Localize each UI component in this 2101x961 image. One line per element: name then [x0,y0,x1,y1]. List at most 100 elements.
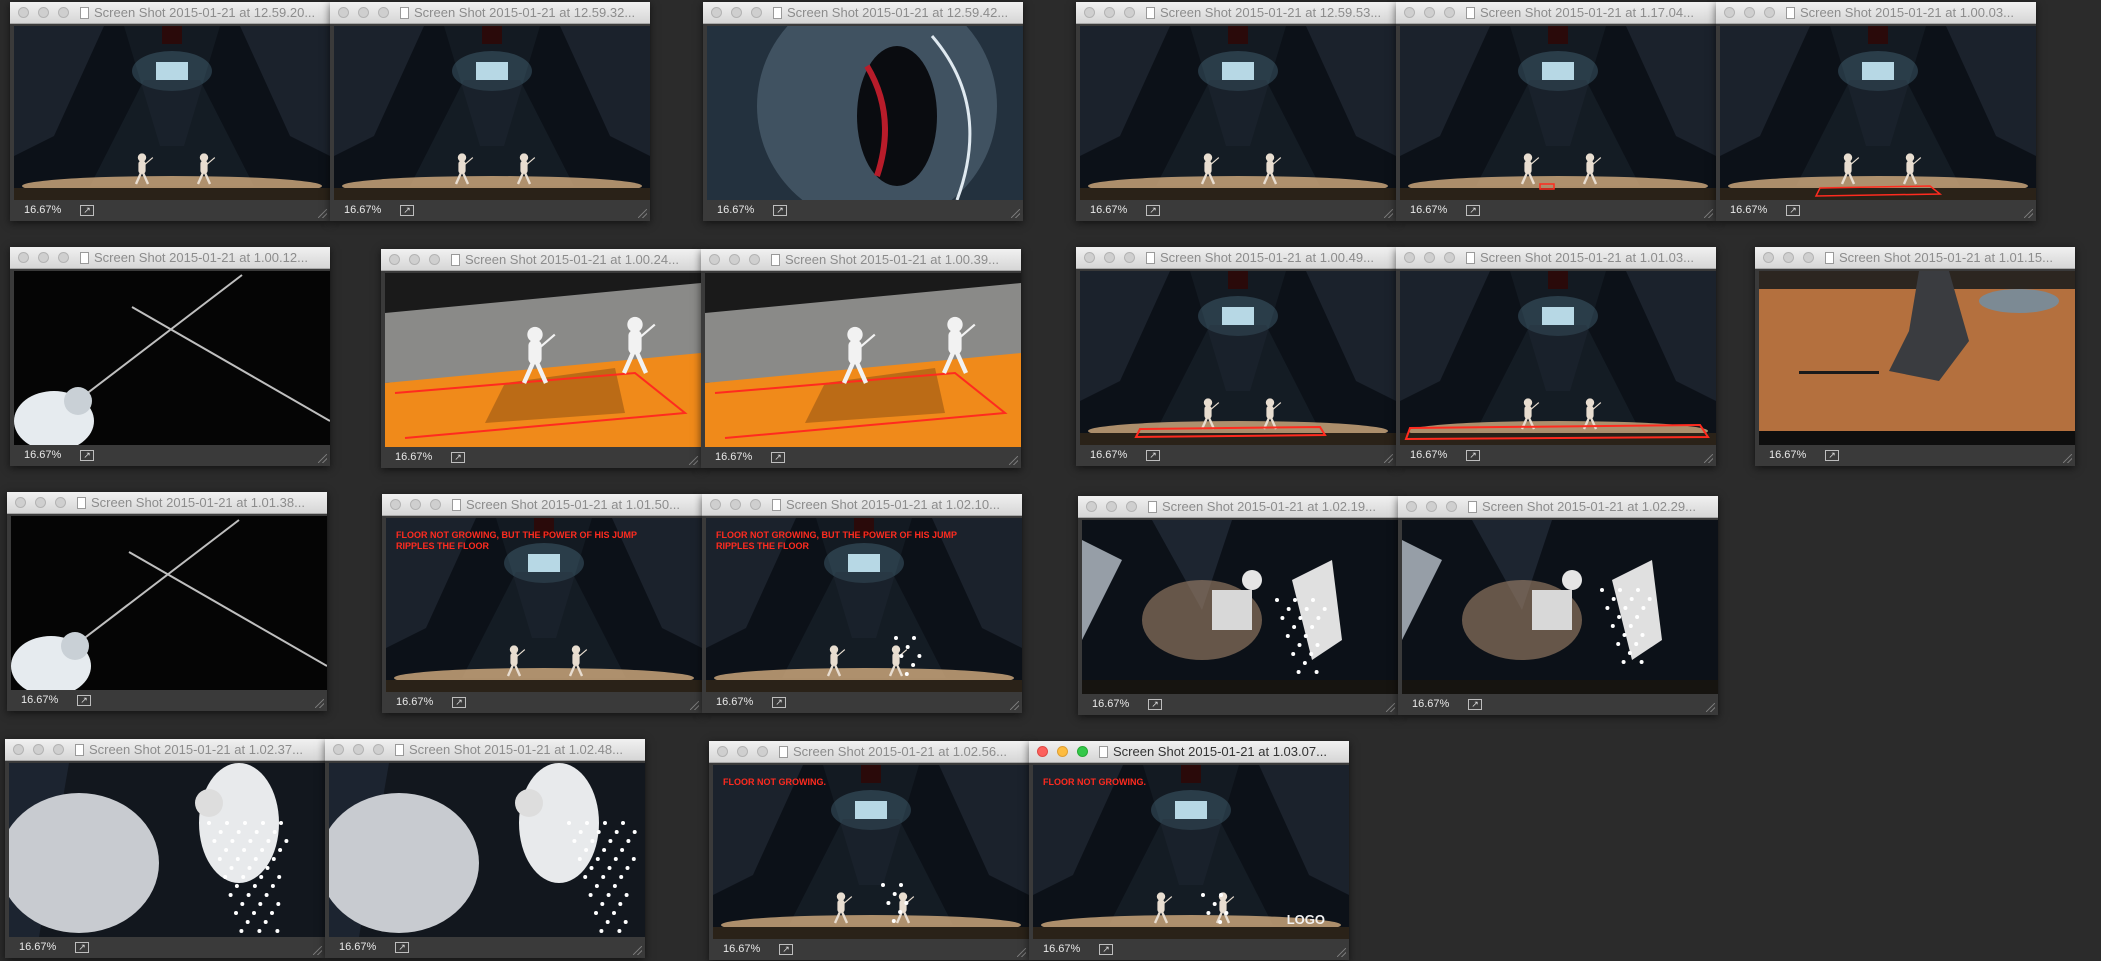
minimize-button[interactable] [1424,252,1435,263]
resize-grip-icon[interactable] [1706,703,1715,712]
close-button[interactable] [389,254,400,265]
screenshot-window[interactable]: 16.67% ↗ Screen Shot 2015-01-21 at 1.17.04… [1396,2,1716,221]
close-button[interactable] [1404,7,1415,18]
screenshot-window[interactable]: 16.67% ↗ Screen Shot 2015-01-21 at 1.01.15… [1755,247,2075,466]
screenshot-window[interactable]: 16.67% ↗ Screen Shot 2015-01-21 at 12.59.2… [10,2,330,221]
screenshot-window[interactable]: 16.67% ↗ Screen Shot 2015-01-21 at 1.00.49… [1076,247,1396,466]
minimize-button[interactable] [38,7,49,18]
window-titlebar[interactable]: Screen Shot 2015-01-21 at 1.03.07... [1029,741,1349,763]
zoom-button[interactable] [1126,501,1137,512]
zoom-button[interactable] [1124,7,1135,18]
close-button[interactable] [338,7,349,18]
screenshot-window[interactable]: 16.67% ↗ Screen Shot 2015-01-21 at 1.00.12… [10,247,330,466]
resize-grip-icon[interactable] [313,946,322,955]
zoom-button[interactable] [55,497,66,508]
share-icon[interactable]: ↗ [452,697,466,708]
screenshot-window[interactable]: 16.67% ↗ Screen Shot 2015-01-21 at 1.00.24… [381,249,701,468]
screenshot-window[interactable]: 16.67% ↗ Screen Shot 2015-01-21 at 1.02.48… [325,739,645,958]
minimize-button[interactable] [1744,7,1755,18]
zoom-button[interactable] [429,254,440,265]
close-button[interactable] [390,499,401,510]
minimize-button[interactable] [1057,746,1068,757]
window-titlebar[interactable]: Screen Shot 2015-01-21 at 1.02.56... [709,741,1029,763]
close-button[interactable] [717,746,728,757]
zoom-button[interactable] [58,7,69,18]
window-titlebar[interactable]: Screen Shot 2015-01-21 at 12.59.32... [330,2,650,24]
resize-grip-icon[interactable] [633,946,642,955]
zoom-button[interactable] [58,252,69,263]
window-titlebar[interactable]: Screen Shot 2015-01-21 at 1.17.04... [1396,2,1716,24]
zoom-button[interactable] [757,746,768,757]
share-icon[interactable]: ↗ [395,942,409,953]
window-titlebar[interactable]: Screen Shot 2015-01-21 at 12.59.20... [10,2,330,24]
resize-grip-icon[interactable] [1704,454,1713,463]
close-button[interactable] [1406,501,1417,512]
share-icon[interactable]: ↗ [451,452,465,463]
minimize-button[interactable] [1106,501,1117,512]
minimize-button[interactable] [35,497,46,508]
window-titlebar[interactable]: Screen Shot 2015-01-21 at 1.02.19... [1078,496,1398,518]
resize-grip-icon[interactable] [1386,703,1395,712]
resize-grip-icon[interactable] [638,209,647,218]
resize-grip-icon[interactable] [1011,209,1020,218]
screenshot-window[interactable]: FLOOR NOT GROWING, BUT THE POWER OF HIS … [702,494,1022,713]
close-button[interactable] [711,7,722,18]
zoom-button[interactable] [53,744,64,755]
close-button[interactable] [18,7,29,18]
screenshot-window[interactable]: 16.67% ↗ Screen Shot 2015-01-21 at 12.59.4… [703,2,1023,221]
window-titlebar[interactable]: Screen Shot 2015-01-21 at 12.59.42... [703,2,1023,24]
resize-grip-icon[interactable] [318,209,327,218]
share-icon[interactable]: ↗ [1148,699,1162,710]
share-icon[interactable]: ↗ [77,695,91,706]
minimize-button[interactable] [409,254,420,265]
close-button[interactable] [1084,252,1095,263]
share-icon[interactable]: ↗ [779,944,793,955]
resize-grip-icon[interactable] [318,454,327,463]
minimize-button[interactable] [1783,252,1794,263]
minimize-button[interactable] [38,252,49,263]
close-button[interactable] [13,744,24,755]
window-titlebar[interactable]: Screen Shot 2015-01-21 at 1.00.12... [10,247,330,269]
window-titlebar[interactable]: Screen Shot 2015-01-21 at 1.00.24... [381,249,701,271]
minimize-button[interactable] [1426,501,1437,512]
close-button[interactable] [1084,7,1095,18]
zoom-button[interactable] [749,254,760,265]
share-icon[interactable]: ↗ [771,452,785,463]
minimize-button[interactable] [358,7,369,18]
close-button[interactable] [709,254,720,265]
zoom-button[interactable] [1444,252,1455,263]
close-button[interactable] [1724,7,1735,18]
screenshot-window-active[interactable]: FLOOR NOT GROWING. LOGO 16.67% ↗ Screen Shot… [1029,741,1349,960]
minimize-button[interactable] [353,744,364,755]
window-titlebar[interactable]: Screen Shot 2015-01-21 at 1.02.29... [1398,496,1718,518]
close-button[interactable] [15,497,26,508]
window-titlebar[interactable]: Screen Shot 2015-01-21 at 1.02.48... [325,739,645,761]
share-icon[interactable]: ↗ [1786,205,1800,216]
close-button[interactable] [1086,501,1097,512]
window-titlebar[interactable]: Screen Shot 2015-01-21 at 1.01.38... [7,492,327,514]
zoom-button[interactable] [750,499,761,510]
window-titlebar[interactable]: Screen Shot 2015-01-21 at 1.00.39... [701,249,1021,271]
minimize-button[interactable] [1104,7,1115,18]
close-button[interactable] [333,744,344,755]
resize-grip-icon[interactable] [690,701,699,710]
resize-grip-icon[interactable] [315,699,324,708]
zoom-button[interactable] [1124,252,1135,263]
window-titlebar[interactable]: Screen Shot 2015-01-21 at 1.02.37... [5,739,325,761]
screenshot-window[interactable]: 16.67% ↗ Screen Shot 2015-01-21 at 1.02.29… [1398,496,1718,715]
window-titlebar[interactable]: Screen Shot 2015-01-21 at 1.01.50... [382,494,702,516]
share-icon[interactable]: ↗ [1146,205,1160,216]
minimize-button[interactable] [1104,252,1115,263]
close-button[interactable] [710,499,721,510]
share-icon[interactable]: ↗ [772,697,786,708]
share-icon[interactable]: ↗ [1146,450,1160,461]
minimize-button[interactable] [731,7,742,18]
resize-grip-icon[interactable] [1009,456,1018,465]
zoom-button[interactable] [1764,7,1775,18]
zoom-button[interactable] [1803,252,1814,263]
share-icon[interactable]: ↗ [1466,205,1480,216]
zoom-button[interactable] [378,7,389,18]
minimize-button[interactable] [729,254,740,265]
share-icon[interactable]: ↗ [75,942,89,953]
share-icon[interactable]: ↗ [80,450,94,461]
